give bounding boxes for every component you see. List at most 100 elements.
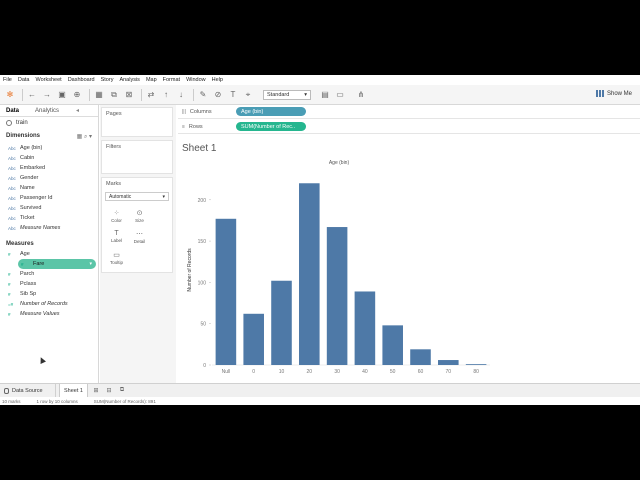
- label-button[interactable]: T Label: [106, 227, 127, 246]
- swap-icon[interactable]: ⇄: [145, 89, 157, 101]
- age-bin-pill[interactable]: Age (bin): [236, 107, 306, 116]
- field-measure-names[interactable]: Abc Measure Names: [0, 223, 98, 233]
- sort-descending-icon[interactable]: ↓: [175, 89, 187, 101]
- field-passenger-id[interactable]: Abc Passenger Id: [0, 193, 98, 203]
- search-icon[interactable]: ▦ ⌕ ▾: [77, 133, 92, 141]
- menu-dashboard[interactable]: Dashboard: [68, 77, 95, 83]
- save-icon[interactable]: ▣: [56, 89, 68, 101]
- size-label: Size: [135, 217, 144, 223]
- detail-button[interactable]: ⋯ Detail: [129, 227, 150, 246]
- bar-chart: Age (bin)Number of Records050100150200Nu…: [187, 160, 490, 375]
- new-dashboard-icon[interactable]: ⊟: [104, 386, 114, 396]
- color-label: Color: [111, 217, 122, 223]
- fit-dropdown[interactable]: Standard ▾: [263, 89, 311, 100]
- menu-worksheet[interactable]: Worksheet: [36, 77, 62, 83]
- bar-80: [465, 364, 487, 365]
- bar-0: [243, 313, 264, 365]
- menu-window[interactable]: Window: [186, 77, 206, 83]
- field-name: Measure Names: [20, 225, 61, 231]
- field-sib-sp[interactable]: # Sib Sp: [0, 289, 98, 299]
- field-pclass[interactable]: # Pclass: [0, 279, 98, 289]
- menu-format[interactable]: Format: [163, 77, 180, 83]
- pages-title: Pages: [106, 111, 122, 117]
- new-story-icon[interactable]: ⧉: [117, 386, 127, 396]
- menu-data[interactable]: Data: [18, 77, 30, 83]
- color-button[interactable]: ⁘ Color: [106, 206, 127, 225]
- datasource-item[interactable]: train: [0, 117, 98, 129]
- chevron-down-icon[interactable]: ▾: [89, 261, 92, 267]
- collapse-icon[interactable]: ◂: [76, 107, 79, 114]
- field-ticket[interactable]: Abc Ticket: [0, 213, 98, 223]
- tooltip-label: Tooltip: [109, 259, 123, 265]
- field-survived[interactable]: Abc Survived: [0, 203, 98, 213]
- tab-analytics[interactable]: Analytics: [35, 108, 59, 114]
- field-embarked[interactable]: Abc Embarked: [0, 163, 98, 173]
- duplicate-icon[interactable]: ⧉: [108, 89, 120, 101]
- measures-header: Measures: [0, 237, 98, 249]
- tab-data[interactable]: Data: [6, 108, 19, 114]
- filters-card[interactable]: Filters: [101, 140, 173, 174]
- bar-null: [215, 218, 237, 365]
- highlight-icon[interactable]: ✎: [197, 89, 209, 101]
- field-type-icon: #: [8, 281, 11, 287]
- field-name: Parch: [20, 271, 35, 277]
- share-icon[interactable]: ⋔: [355, 89, 367, 101]
- field-gender[interactable]: Abc Gender: [0, 173, 98, 183]
- presentation-icon[interactable]: ▭: [334, 89, 346, 101]
- field-measure-values[interactable]: # Measure Values: [0, 309, 98, 319]
- show-me-button[interactable]: Show Me: [595, 90, 632, 97]
- y-tick-label: 200: [198, 198, 207, 204]
- field-name: Sib Sp: [20, 291, 37, 297]
- mark-buttons: ⁘ Color ⊙ Size T Label ⋯ Detail ▭ Tooltip: [102, 203, 172, 270]
- pages-card[interactable]: Pages: [101, 107, 173, 137]
- detail-icon: ⋯: [136, 230, 143, 238]
- new-worksheet-icon[interactable]: ⊞: [91, 386, 101, 396]
- menu-map[interactable]: Map: [146, 77, 157, 83]
- dimensions-label: Dimensions: [6, 133, 41, 139]
- field-type-icon: #: [8, 291, 11, 297]
- tableau-window: File Data Worksheet Dashboard Story Analysis M…: [0, 75, 640, 405]
- marks-card: Marks Automatic ▾ ⁘ Color ⊙ Size T Label ⋯ Deta…: [101, 177, 173, 273]
- y-tick-label: 50: [200, 322, 206, 328]
- field-age[interactable]: # Age: [0, 249, 98, 259]
- size-icon: ⊙: [136, 209, 143, 217]
- size-button[interactable]: ⊙ Size: [129, 206, 150, 225]
- tooltip-button[interactable]: ▭ Tooltip: [106, 248, 127, 267]
- field-type-icon: =#: [8, 301, 14, 307]
- field-number-of-records[interactable]: =# Number of Records: [0, 299, 98, 309]
- field-name: Embarked: [20, 165, 46, 171]
- field-name: Gender: [20, 175, 39, 181]
- menu-help[interactable]: Help: [212, 77, 223, 83]
- toolbar-divider: [141, 88, 142, 101]
- number-of-records-pill[interactable]: SUM(Number of Rec..: [236, 122, 306, 131]
- menu-analysis[interactable]: Analysis: [119, 77, 139, 83]
- rows-label: Rows: [188, 123, 203, 130]
- clear-sheet-icon[interactable]: ⊠: [123, 89, 135, 101]
- mark-type-dropdown[interactable]: Automatic ▾: [105, 192, 169, 201]
- group-icon[interactable]: ⊘: [212, 89, 224, 101]
- data-source-tab[interactable]: Data Source: [0, 383, 56, 398]
- field-type-icon: #: [21, 261, 24, 267]
- field-fare[interactable]: # Fare ▾: [18, 259, 96, 269]
- menu-file[interactable]: File: [3, 77, 12, 83]
- new-datasource-icon[interactable]: ⊕: [71, 89, 83, 101]
- sort-ascending-icon[interactable]: ↑: [160, 89, 172, 101]
- pin-icon[interactable]: ⌖: [242, 89, 254, 101]
- field-cabin[interactable]: Abc Cabin: [0, 153, 98, 163]
- field-parch[interactable]: # Parch: [0, 269, 98, 279]
- redo-icon[interactable]: →: [41, 89, 53, 101]
- tableau-logo-icon[interactable]: ✻: [4, 89, 16, 101]
- data-pane: Data Analytics ◂ train Dimensions ▦ ⌕ ▾ …: [0, 105, 99, 385]
- chart-size-icon[interactable]: ▤: [319, 89, 331, 101]
- undo-icon[interactable]: ←: [26, 89, 38, 101]
- labels-icon[interactable]: T: [227, 89, 239, 101]
- menu-story[interactable]: Story: [101, 77, 114, 83]
- new-worksheet-icon[interactable]: ▦: [93, 89, 105, 101]
- x-tick-label: 70: [446, 369, 452, 375]
- field-name[interactable]: Abc Name: [0, 183, 98, 193]
- chevron-down-icon: ▾: [304, 91, 307, 98]
- sheet1-tab[interactable]: Sheet 1: [59, 383, 88, 398]
- field-name: Cabin: [20, 155, 35, 161]
- field-age-bin[interactable]: Abc Age (bin): [0, 143, 98, 153]
- columns-shelf-label: ||| Columns: [178, 109, 236, 115]
